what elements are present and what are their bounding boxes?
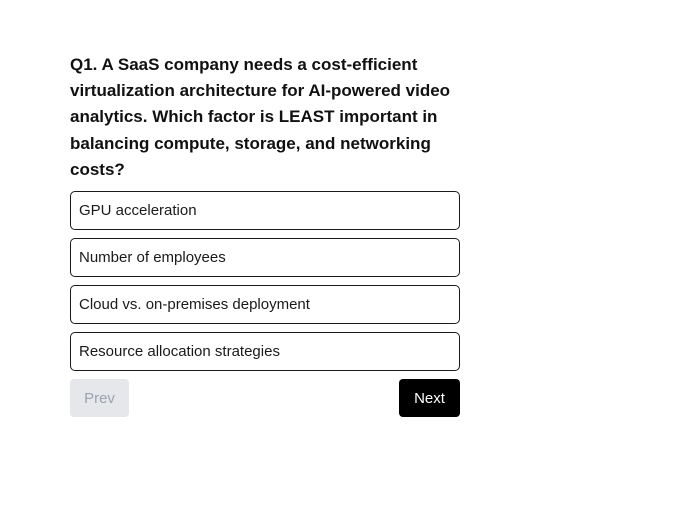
option-label: Resource allocation strategies [79,343,280,361]
option-label: GPU acceleration [79,202,197,220]
option-label: Number of employees [79,249,226,267]
next-button[interactable]: Next [399,379,460,418]
option-number-of-employees[interactable]: Number of employees [70,238,460,278]
option-resource-allocation[interactable]: Resource allocation strategies [70,332,460,372]
prev-button[interactable]: Prev [70,379,129,418]
option-label: Cloud vs. on-premises deployment [79,296,310,314]
option-gpu-acceleration[interactable]: GPU acceleration [70,191,460,231]
quiz-card: Q1. A SaaS company needs a cost-efficien… [70,52,460,418]
option-cloud-vs-on-premises[interactable]: Cloud vs. on-premises deployment [70,285,460,325]
question-text: Q1. A SaaS company needs a cost-efficien… [70,55,451,179]
answer-options: GPU acceleration Number of employees Clo… [70,191,460,372]
navigation-bar: Prev Next [70,379,460,418]
